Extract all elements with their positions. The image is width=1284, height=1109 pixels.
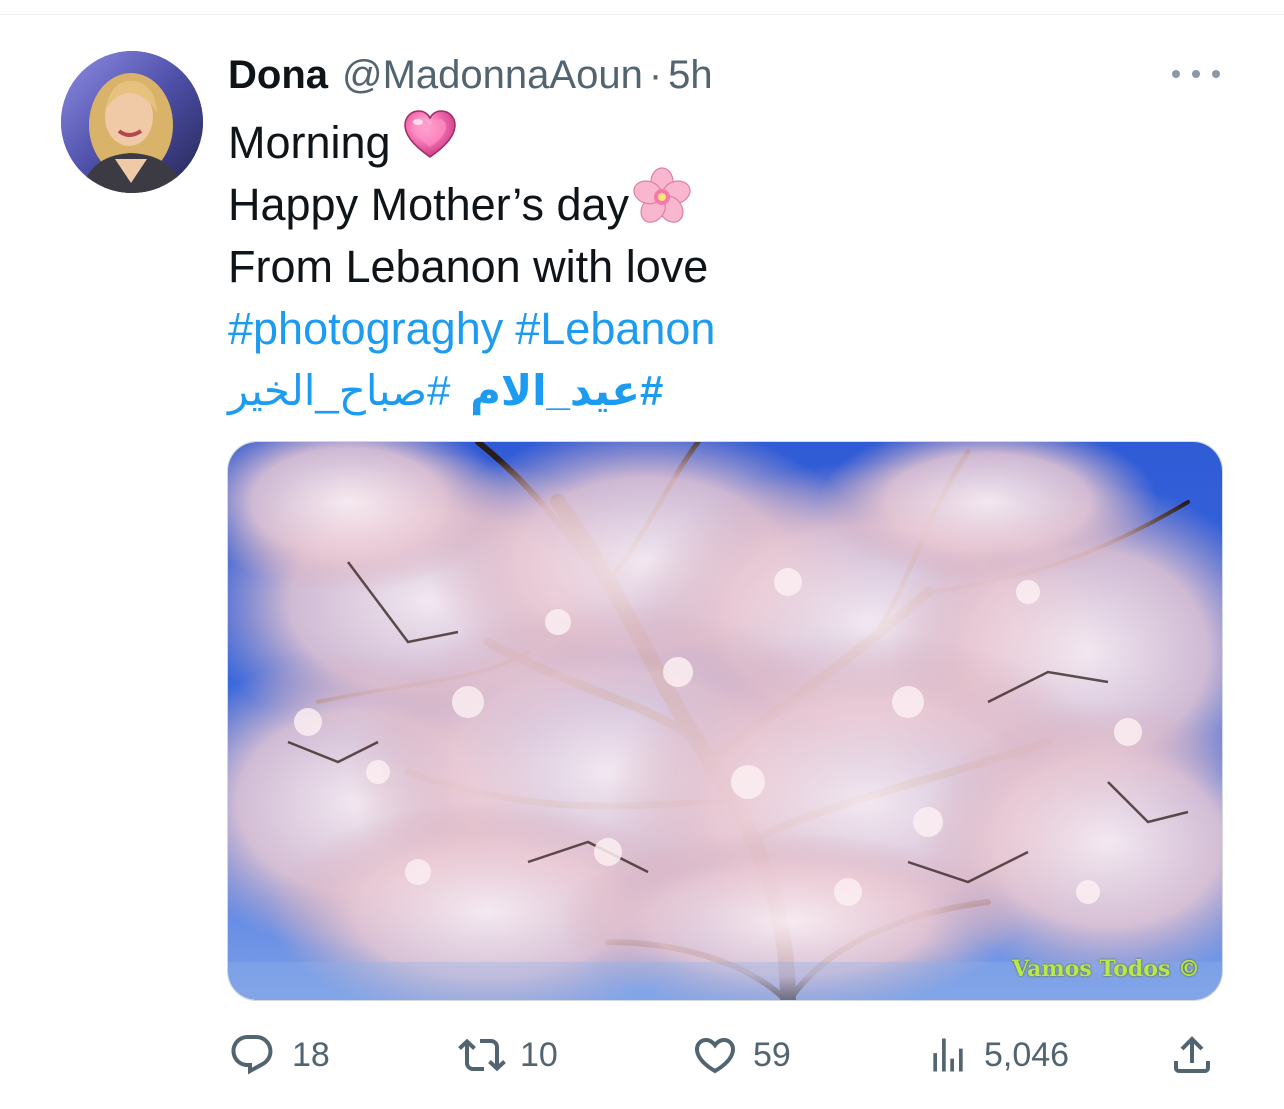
- retweet-button[interactable]: 10: [456, 1028, 558, 1082]
- share-button[interactable]: [1168, 1028, 1216, 1082]
- like-count: 59: [753, 1035, 791, 1074]
- share-icon: [1174, 1036, 1210, 1073]
- hashtag-row-2: #عيد_الام #صباح_الخير: [228, 360, 1228, 422]
- pink-heart-icon: [403, 109, 457, 177]
- photo-watermark: Vamos Todos ©: [1012, 956, 1200, 982]
- user-handle[interactable]: @MadonnaAoun: [342, 53, 643, 98]
- views-chart-icon: [933, 1038, 963, 1072]
- heart-icon: [694, 1038, 736, 1074]
- hashtag-lebanon[interactable]: #Lebanon: [515, 298, 715, 360]
- tweet-photo[interactable]: Vamos Todos ©: [227, 441, 1223, 1001]
- reply-icon: [231, 1035, 273, 1075]
- tweet-header: Dona @MadonnaAoun · 5h: [228, 50, 713, 100]
- display-name[interactable]: Dona: [228, 53, 328, 98]
- retweet-count: 10: [520, 1035, 558, 1074]
- tweet-text: Morning Happy Mother’s day From Lebanon …: [228, 109, 1228, 422]
- timestamp[interactable]: 5h: [668, 53, 713, 98]
- more-options-icon[interactable]: [1172, 62, 1220, 86]
- tweet-line-1: Morning: [228, 109, 1228, 177]
- tweet-line-2: Happy Mother’s day: [228, 167, 1228, 236]
- hashtag-row-1: #photograghy #Lebanon: [228, 298, 1228, 360]
- hashtag-eid-al-um[interactable]: #عيد_الام: [470, 367, 663, 414]
- views-count: 5,046: [984, 1035, 1070, 1074]
- retweet-icon: [458, 1038, 506, 1072]
- top-divider: [0, 14, 1284, 15]
- hashtag-sabah-al-khair[interactable]: #صباح_الخير: [228, 367, 450, 414]
- tweet-actions: 18 10 59 5,046: [228, 1028, 1228, 1082]
- tweet-line-2-text: Happy Mother’s day: [228, 179, 630, 230]
- hashtag-photograghy[interactable]: #photograghy: [228, 298, 503, 360]
- cherry-blossom-photo: [228, 442, 1222, 1000]
- cherry-blossom-icon: [631, 166, 693, 244]
- like-button[interactable]: 59: [691, 1028, 791, 1082]
- tweet-line-1-text: Morning: [228, 117, 391, 168]
- tweet-line-3-text: From Lebanon with love: [228, 241, 709, 292]
- arabic-hashtags: #عيد_الام #صباح_الخير: [228, 360, 684, 422]
- reply-button[interactable]: 18: [228, 1028, 330, 1082]
- separator-dot: ·: [648, 52, 663, 97]
- avatar-portrait: [61, 51, 203, 193]
- tweet-line-3: From Lebanon with love: [228, 236, 1228, 298]
- avatar[interactable]: [61, 51, 203, 193]
- reply-count: 18: [292, 1035, 330, 1074]
- views-button[interactable]: 5,046: [926, 1028, 1069, 1082]
